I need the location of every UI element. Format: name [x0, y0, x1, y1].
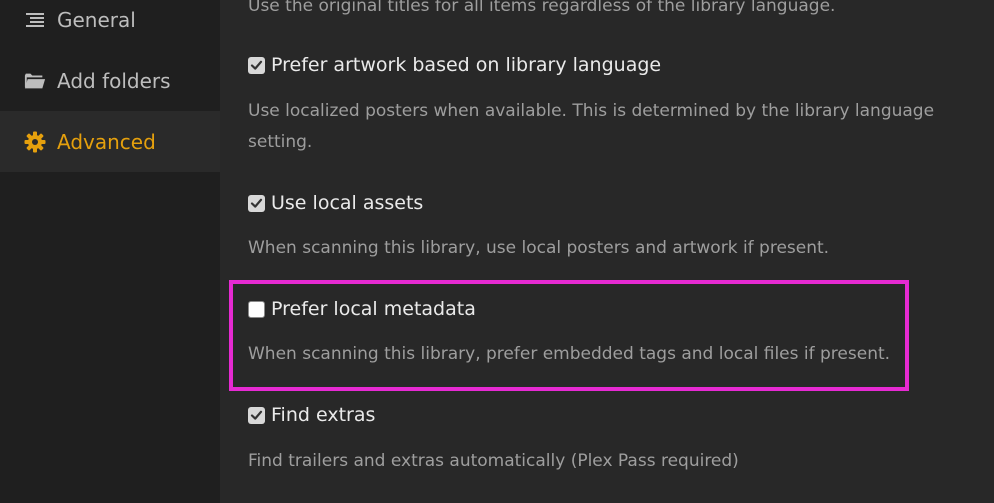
local-metadata-label[interactable]: Prefer local metadata [271, 298, 476, 320]
find-extras-description: Find trailers and extras automatically (… [248, 451, 739, 471]
local-assets-checkbox[interactable] [248, 194, 265, 212]
advanced-settings-panel: Use the original titles for all items re… [220, 0, 994, 503]
sidebar-item-label: Add folders [57, 68, 171, 93]
settings-page: General Add folders Advanced Use the ori… [0, 0, 994, 503]
find-extras-option[interactable]: Find extras [248, 404, 375, 426]
prefer-artwork-label[interactable]: Prefer artwork based on library language [271, 54, 661, 76]
sidebar: General Add folders Advanced [0, 0, 220, 503]
sidebar-item-general[interactable]: General [0, 0, 220, 50]
local-assets-label[interactable]: Use local assets [271, 192, 423, 214]
local-metadata-checkbox[interactable] [248, 300, 265, 318]
sidebar-item-add-folders[interactable]: Add folders [0, 50, 220, 111]
local-metadata-description: When scanning this library, prefer embed… [248, 344, 891, 364]
original-titles-description: Use the original titles for all items re… [248, 0, 836, 16]
local-assets-option[interactable]: Use local assets [248, 192, 423, 214]
find-extras-checkbox[interactable] [248, 406, 265, 424]
checkmark-icon [250, 60, 263, 70]
find-extras-label[interactable]: Find extras [271, 404, 375, 426]
sidebar-item-advanced[interactable]: Advanced [0, 111, 220, 172]
prefer-artwork-description: Use localized posters when available. Th… [248, 101, 935, 152]
gear-icon [24, 131, 46, 153]
sidebar-item-label: General [57, 7, 136, 32]
list-icon [24, 9, 46, 31]
checkmark-icon [250, 198, 263, 208]
local-assets-description: When scanning this library, use local po… [248, 238, 830, 258]
sidebar-item-label: Advanced [57, 129, 156, 154]
local-metadata-option[interactable]: Prefer local metadata [248, 298, 476, 320]
prefer-artwork-option[interactable]: Prefer artwork based on library language [248, 54, 661, 76]
checkmark-icon [250, 410, 263, 420]
prefer-artwork-checkbox[interactable] [248, 56, 265, 74]
folder-icon [24, 70, 46, 92]
